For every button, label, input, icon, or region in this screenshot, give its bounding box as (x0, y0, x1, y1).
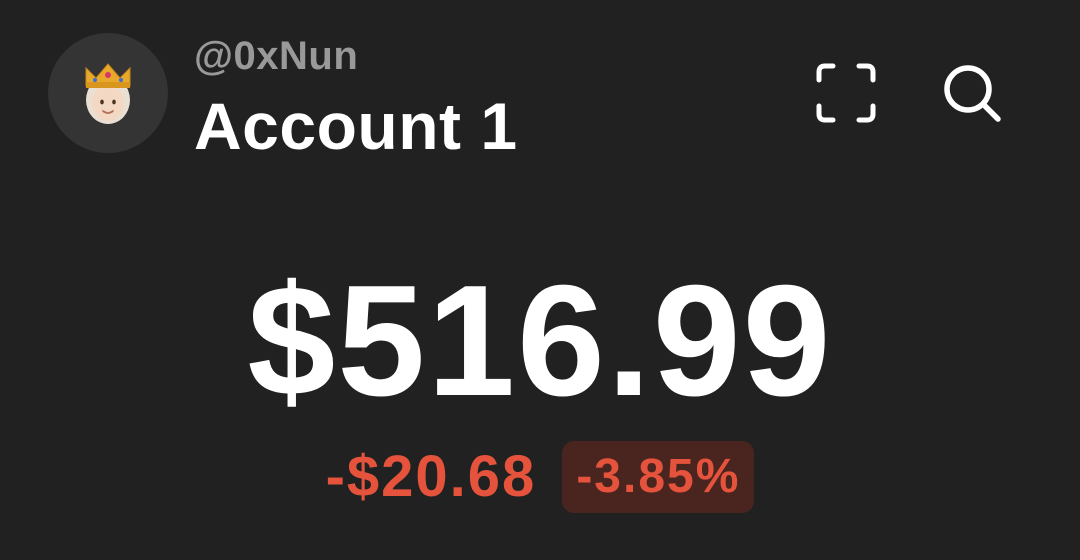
crowned-person-icon (85, 63, 131, 124)
search-icon (944, 65, 1001, 122)
account-name[interactable]: Account 1 (194, 88, 518, 164)
total-balance: $516.99 (247, 253, 833, 429)
search-button[interactable] (936, 57, 1008, 129)
balance-change: -$20.68 -3.85% (0, 441, 1080, 513)
change-percent-badge: -3.85% (562, 441, 755, 513)
change-amount: -$20.68 (325, 444, 537, 509)
scan-button[interactable] (810, 57, 882, 129)
account-handle[interactable]: @0xNun (194, 32, 358, 80)
avatar[interactable] (48, 33, 168, 153)
wallet-home-screen: @0xNun Account 1 $516.99 -$20.68 -3.85% (0, 0, 1080, 560)
scan-icon (816, 63, 876, 123)
